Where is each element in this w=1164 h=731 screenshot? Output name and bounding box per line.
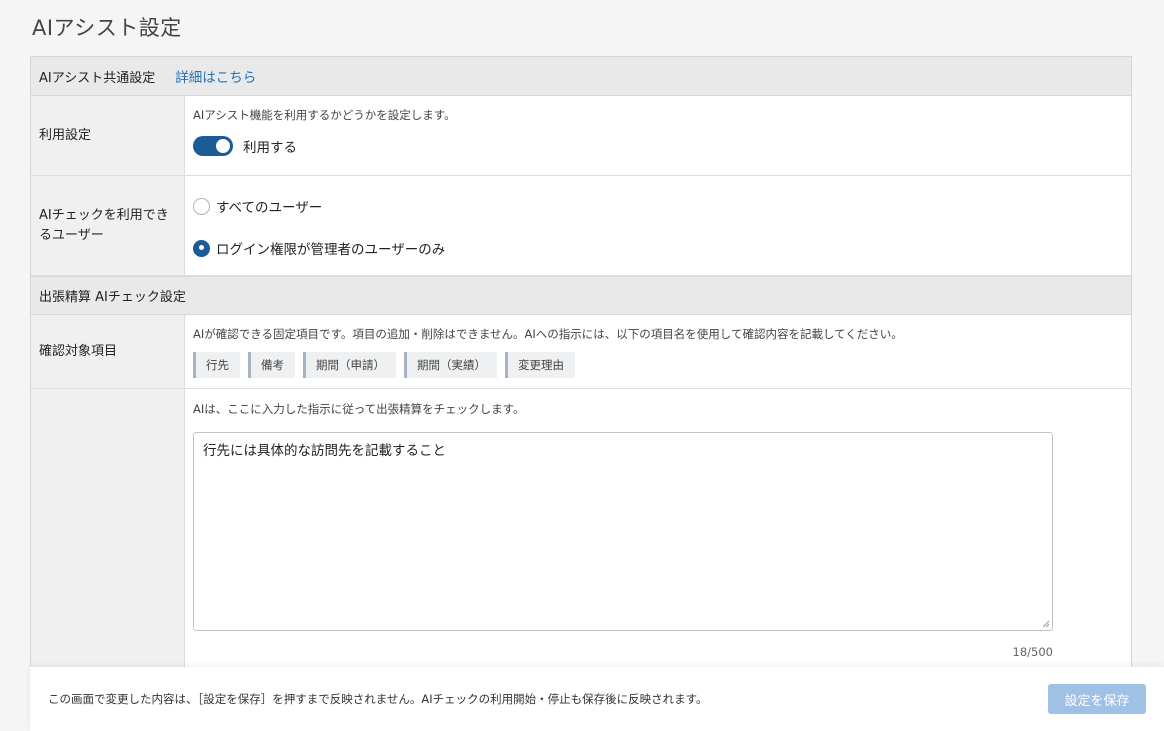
target-item-tag: 備考 — [248, 352, 295, 378]
settings-panel: AIアシスト共通設定 詳細はこちら 利用設定 AIアシスト機能を利用するかどうか… — [30, 56, 1132, 680]
details-link[interactable]: 詳細はこちら — [175, 66, 256, 86]
radio-option-admin-users[interactable]: ログイン権限が管理者のユーザーのみ — [193, 238, 1123, 258]
usage-setting-row: 利用設定 AIアシスト機能を利用するかどうかを設定します。 利用する — [31, 96, 1131, 176]
radio-option-all-users-label: すべてのユーザー — [216, 200, 323, 216]
radio-unchecked-icon[interactable] — [193, 197, 210, 215]
ai-check-users-label: AIチェックを利用できるユーザー — [31, 176, 185, 275]
radio-option-all-users[interactable]: すべてのユーザー — [193, 196, 1123, 216]
resize-handle-icon[interactable] — [1042, 620, 1050, 628]
target-item-tags: 行先 備考 期間（申請） 期間（実績） 変更理由 — [193, 352, 1123, 378]
usage-toggle-label: 利用する — [243, 140, 297, 156]
page-title: AIアシスト設定 — [32, 16, 182, 40]
instruction-textarea[interactable]: 行先には具体的な訪問先を記載すること — [193, 432, 1053, 631]
target-item-tag: 期間（実績） — [404, 352, 497, 378]
character-counter: 18/500 — [1012, 645, 1053, 659]
footer-bar: この画面で変更した内容は、［設定を保存］を押すまで反映されません。AIチェックの… — [30, 667, 1164, 731]
footer-notice: この画面で変更した内容は、［設定を保存］を押すまで反映されません。AIチェックの… — [48, 692, 708, 706]
instruction-description: AIは、ここに入力した指示に従って出張精算をチェックします。 — [193, 402, 525, 416]
common-settings-header: AIアシスト共通設定 詳細はこちら — [31, 57, 1131, 96]
instruction-text: 行先には具体的な訪問先を記載すること — [203, 443, 446, 459]
radio-checked-icon[interactable] — [193, 239, 210, 257]
travel-ai-check-header: 出張精算 AIチェック設定 — [31, 276, 1131, 315]
target-item-tag: 行先 — [193, 352, 240, 378]
target-item-tag: 期間（申請） — [303, 352, 396, 378]
toggle-knob — [216, 139, 230, 153]
instruction-row: AIは、ここに入力した指示に従って出張精算をチェックします。 行先には具体的な訪… — [31, 389, 1131, 679]
radio-option-admin-users-label: ログイン権限が管理者のユーザーのみ — [216, 242, 446, 258]
target-items-description: AIが確認できる固定項目です。項目の追加・削除はできません。AIへの指示には、以… — [193, 327, 903, 341]
travel-ai-check-title: 出張精算 AIチェック設定 — [39, 290, 186, 305]
usage-setting-description: AIアシスト機能を利用するかどうかを設定します。 — [193, 108, 456, 122]
save-settings-button[interactable]: 設定を保存 — [1048, 684, 1146, 714]
usage-setting-label: 利用設定 — [31, 96, 185, 175]
target-item-tag: 変更理由 — [505, 352, 575, 378]
target-items-row: 確認対象項目 AIが確認できる固定項目です。項目の追加・削除はできません。AIへ… — [31, 315, 1131, 389]
usage-toggle[interactable] — [193, 136, 233, 156]
common-settings-title: AIアシスト共通設定 — [39, 70, 156, 86]
instruction-row-label — [31, 389, 185, 679]
target-items-label: 確認対象項目 — [31, 315, 185, 388]
ai-check-users-row: AIチェックを利用できるユーザー すべてのユーザー ログイン権限が管理者のユーザ… — [31, 176, 1131, 276]
